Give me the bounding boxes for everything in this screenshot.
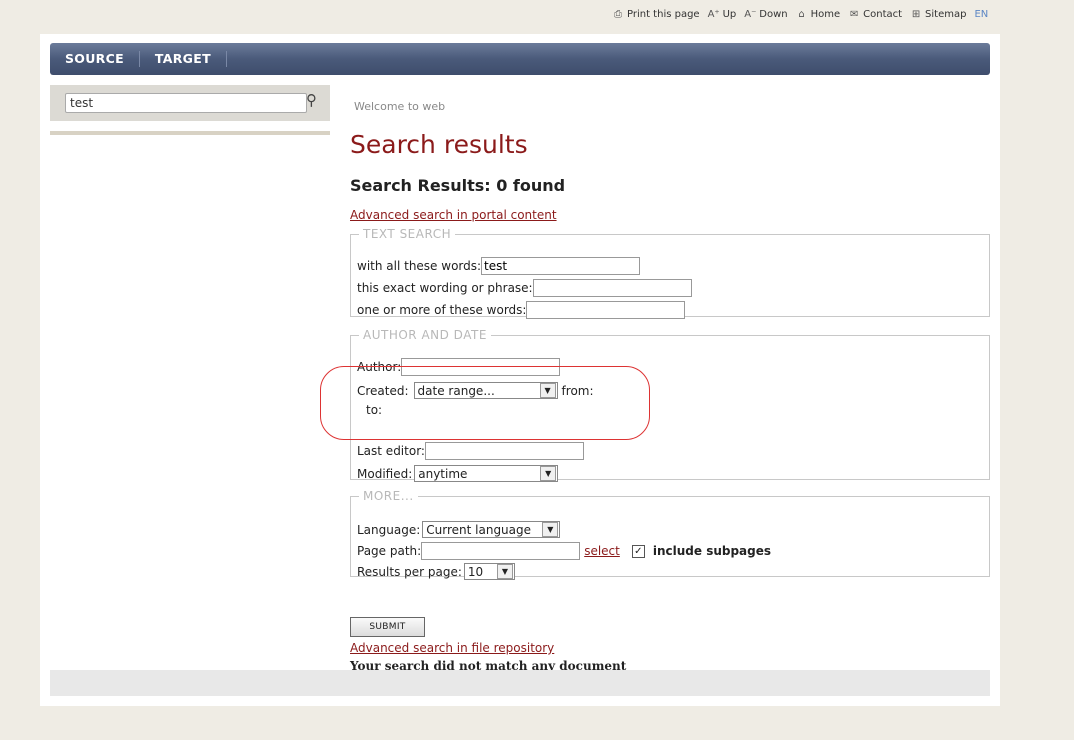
home-label: Home <box>810 9 841 20</box>
breadcrumb: Welcome to web <box>354 100 446 113</box>
language-row: Language: Current language ▼ <box>357 521 561 538</box>
search-input[interactable] <box>65 93 307 113</box>
dropdown-arrow-icon: ▼ <box>496 564 513 579</box>
all-words-row: with all these words: <box>357 257 641 275</box>
results-count: Search Results: 0 found <box>350 176 566 195</box>
more-fieldset: MORE... Language: Current language ▼ Pag… <box>350 489 990 580</box>
font-down-icon: A⁻ <box>744 9 757 20</box>
results-per-page-select[interactable]: 10 ▼ <box>463 563 515 580</box>
contact-link[interactable]: ✉ Contact <box>848 9 902 20</box>
nav-tab-source[interactable]: SOURCE <box>50 51 140 67</box>
sitemap-label: Sitemap <box>925 9 967 20</box>
all-words-input[interactable] <box>481 257 641 275</box>
search-icon[interactable]: ⚲ <box>306 91 324 113</box>
all-words-label: with all these words: <box>357 259 482 273</box>
dropdown-arrow-icon: ▼ <box>540 466 557 481</box>
exact-phrase-input[interactable] <box>532 279 692 297</box>
select-path-link[interactable]: select <box>584 544 620 558</box>
modified-label: Modified: <box>357 466 413 481</box>
dropdown-arrow-icon: ▼ <box>542 522 559 537</box>
any-words-label: one or more of these words: <box>357 303 527 317</box>
sitemap-link[interactable]: ⊞ Sitemap <box>910 9 967 20</box>
nav-tab-target[interactable]: TARGET <box>140 51 227 67</box>
last-editor-input[interactable] <box>424 442 584 460</box>
page-path-label: Page path: <box>357 544 422 558</box>
footer-bar <box>50 670 990 696</box>
sitemap-icon: ⊞ <box>911 9 921 20</box>
page-path-row: Page path: select ✓ include subpages <box>357 542 771 560</box>
main-nav: SOURCE TARGET <box>50 43 990 75</box>
more-legend: MORE... <box>363 489 414 503</box>
modified-value: anytime <box>418 466 468 481</box>
utility-bar: ⎙ Print this page A⁺ Up A⁻ Down ⌂ Home ✉ Cont… <box>612 9 988 20</box>
print-label: Print this page <box>627 9 700 20</box>
contact-label: Contact <box>863 9 903 20</box>
exact-phrase-label: this exact wording or phrase: <box>357 281 533 295</box>
modified-select[interactable]: anytime ▼ <box>414 465 559 482</box>
printer-icon: ⎙ <box>614 9 622 20</box>
home-icon: ⌂ <box>798 9 805 20</box>
sidebar-divider <box>50 131 330 135</box>
language-label: Language: <box>357 522 421 537</box>
checkbox-icon[interactable]: ✓ <box>631 544 645 558</box>
advanced-portal-link[interactable]: Advanced search in portal content <box>350 208 557 222</box>
page-path-input[interactable] <box>421 542 581 560</box>
advanced-file-link[interactable]: Advanced search in file repository <box>350 641 554 655</box>
mail-icon: ✉ <box>849 9 859 20</box>
font-up-icon: A⁺ <box>707 9 720 20</box>
home-link[interactable]: ⌂ Home <box>796 9 841 20</box>
page-title: Search results <box>350 130 528 159</box>
results-per-page-value: 10 <box>467 564 484 579</box>
annotation-highlight <box>320 366 650 440</box>
submit-button[interactable]: SUBMIT <box>350 617 425 637</box>
include-subpages-label: include subpages <box>652 544 772 558</box>
font-down-link[interactable]: A⁻ Down <box>744 9 787 20</box>
language-select[interactable]: Current language ▼ <box>422 521 561 538</box>
results-per-page-row: Results per page: 10 ▼ <box>357 563 515 580</box>
text-search-fieldset: TEXT SEARCH with all these words: this e… <box>350 227 990 319</box>
any-words-input[interactable] <box>526 301 686 319</box>
any-words-row: one or more of these words: <box>357 301 686 319</box>
print-link[interactable]: ⎙ Print this page <box>612 9 700 20</box>
results-per-page-label: Results per page: <box>357 564 462 579</box>
down-label: Down <box>759 9 788 20</box>
last-editor-row: Last editor: <box>357 442 584 460</box>
language-switch[interactable]: EN <box>974 9 988 20</box>
exact-phrase-row: this exact wording or phrase: <box>357 279 692 297</box>
up-label: Up <box>722 9 737 20</box>
text-search-legend: TEXT SEARCH <box>363 227 452 241</box>
language-value: Current language <box>426 522 532 537</box>
modified-row: Modified: anytime ▼ <box>357 465 559 482</box>
author-date-legend: AUTHOR AND DATE <box>363 328 487 342</box>
sidebar-search: ⚲ <box>50 85 330 121</box>
font-up-link[interactable]: A⁺ Up <box>708 9 737 20</box>
last-editor-label: Last editor: <box>357 444 425 458</box>
